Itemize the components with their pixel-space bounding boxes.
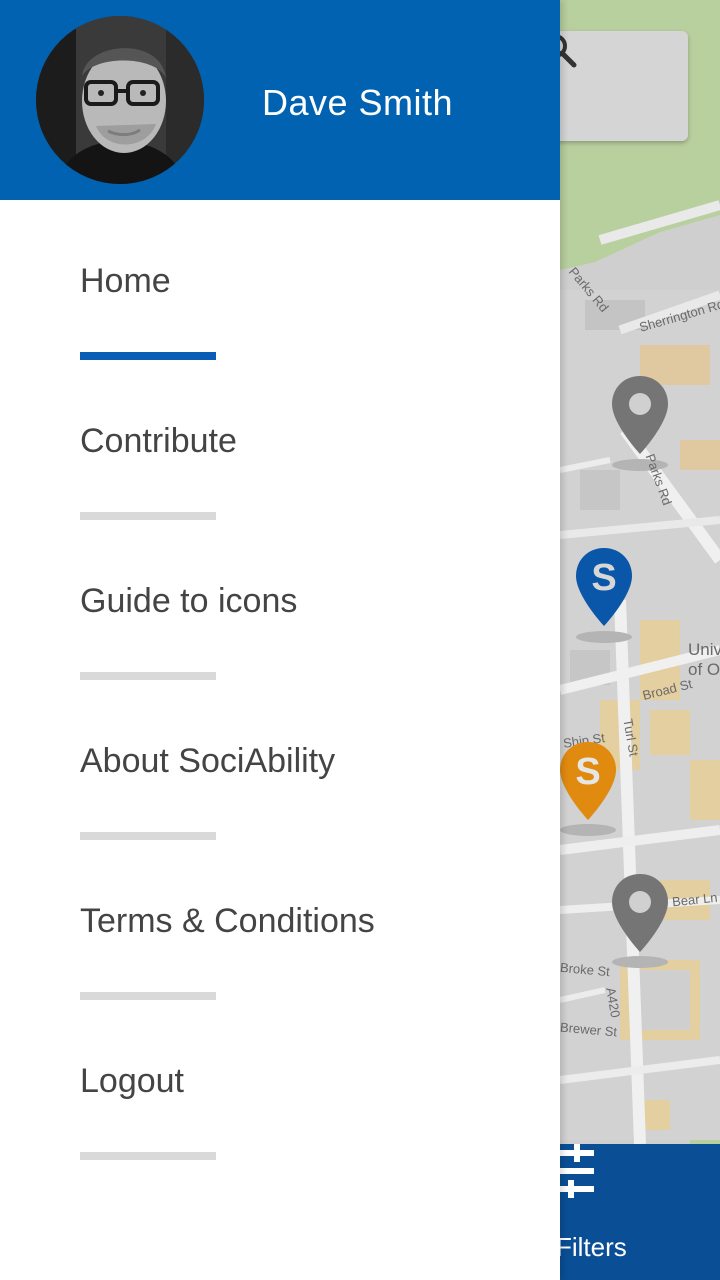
menu-item-guide-to-icons[interactable]: Guide to icons: [0, 520, 560, 680]
map-place-label: of O: [688, 660, 720, 679]
user-photo: [36, 16, 204, 184]
map-pin-icon[interactable]: [610, 374, 670, 456]
menu-item-logout[interactable]: Logout: [0, 1000, 560, 1160]
menu-item-home[interactable]: Home: [0, 200, 560, 360]
pin-letter: S: [575, 751, 600, 793]
sociability-pin-icon[interactable]: S: [558, 740, 618, 822]
menu-divider: [80, 512, 216, 520]
menu-item-label: Home: [80, 262, 171, 300]
menu-divider: [80, 672, 216, 680]
map-place-label: Univ: [688, 640, 720, 659]
menu-item-label: Terms & Conditions: [80, 902, 375, 940]
pin-letter: S: [591, 557, 616, 599]
filters-button[interactable]: Filters: [540, 1144, 720, 1280]
app-screen: Sherrington Rd Parks Rd Parks Rd Broad S…: [0, 0, 720, 1280]
menu-divider: [80, 992, 216, 1000]
menu-item-about[interactable]: About SociAbility: [0, 680, 560, 840]
menu-divider: [80, 832, 216, 840]
menu-item-label: Logout: [80, 1062, 184, 1100]
menu-item-label: About SociAbility: [80, 742, 336, 780]
filters-label: Filters: [556, 1232, 627, 1262]
menu-item-label: Contribute: [80, 422, 237, 460]
menu-divider: [80, 1152, 216, 1160]
active-indicator: [80, 352, 216, 360]
map-pin-icon[interactable]: [610, 872, 670, 954]
navigation-drawer: Dave Smith Home Contribute Guide to icon…: [0, 0, 560, 1280]
drawer-header: Dave Smith: [0, 0, 560, 200]
sociability-pin-icon[interactable]: S: [574, 546, 634, 628]
avatar[interactable]: [36, 16, 204, 184]
menu-item-terms[interactable]: Terms & Conditions: [0, 840, 560, 1000]
menu-item-contribute[interactable]: Contribute: [0, 360, 560, 520]
search-button[interactable]: [540, 31, 688, 141]
menu-item-label: Guide to icons: [80, 582, 298, 620]
drawer-menu: Home Contribute Guide to icons About Soc…: [0, 200, 560, 1160]
user-name: Dave Smith: [262, 82, 454, 123]
